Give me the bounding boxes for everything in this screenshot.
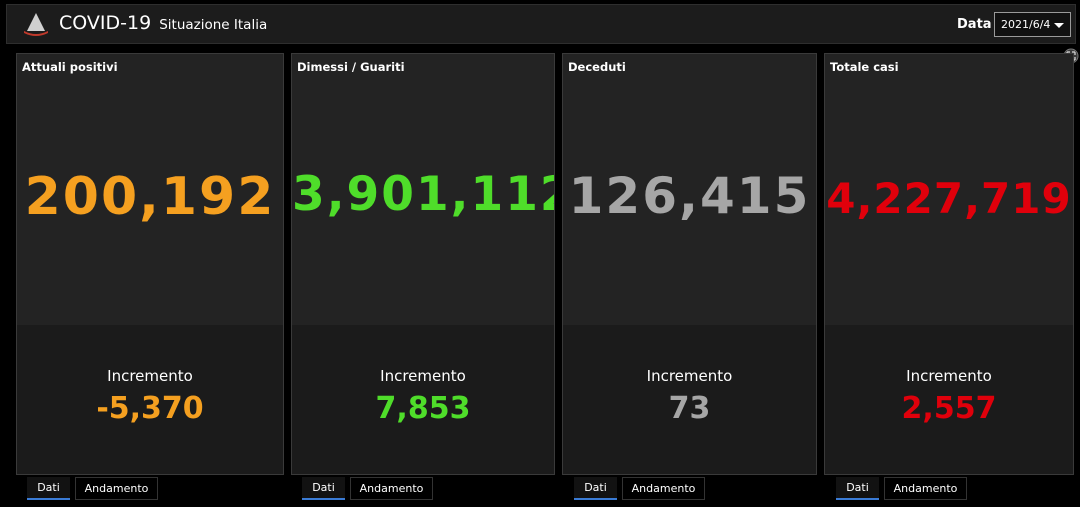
date-label: Data xyxy=(957,17,992,32)
card-increment-panel: Incremento -5,370 xyxy=(17,325,283,474)
card-title: Deceduti xyxy=(568,60,626,74)
date-dropdown[interactable]: 2021/6/4 xyxy=(994,12,1071,37)
card-deceduti: Deceduti 126,415 Incremento 73 xyxy=(562,53,817,475)
card-value: 3,901,112 xyxy=(292,167,555,222)
card-value: 126,415 xyxy=(568,167,811,225)
tab-andamento-4[interactable]: Andamento xyxy=(884,477,967,500)
increment-value: 7,853 xyxy=(375,391,471,426)
page-title: COVID-19 Situazione Italia xyxy=(59,12,267,34)
card-title: Totale casi xyxy=(830,60,899,74)
italy-emblem-icon xyxy=(24,13,48,36)
caret-down-icon xyxy=(1054,23,1064,28)
title-text: COVID-19 xyxy=(59,12,152,34)
tab-dati-4[interactable]: Dati xyxy=(836,477,879,500)
card-title: Attuali positivi xyxy=(22,60,118,74)
tab-dati-3[interactable]: Dati xyxy=(574,477,617,500)
increment-label: Incremento xyxy=(646,367,733,385)
card-increment-panel: Incremento 2,557 xyxy=(825,325,1073,474)
increment-label: Incremento xyxy=(107,367,193,385)
tab-dati-1[interactable]: Dati xyxy=(27,477,70,500)
tab-andamento-2[interactable]: Andamento xyxy=(350,477,433,500)
card-increment-panel: Incremento 73 xyxy=(563,325,816,474)
increment-label: Incremento xyxy=(906,367,992,385)
increment-value: 73 xyxy=(668,391,711,426)
tab-dati-2[interactable]: Dati xyxy=(302,477,345,500)
header-bar: COVID-19 Situazione Italia Data 2021/6/4 xyxy=(6,4,1076,44)
card-title: Dimessi / Guariti xyxy=(297,60,405,74)
tab-andamento-3[interactable]: Andamento xyxy=(622,477,705,500)
card-attuali-positivi: Attuali positivi 200,192 Incremento -5,3… xyxy=(16,53,284,475)
card-value: 200,192 xyxy=(24,167,276,227)
date-value: 2021/6/4 xyxy=(1001,18,1051,31)
increment-value: 2,557 xyxy=(901,391,997,426)
card-dimessi-guariti: Dimessi / Guariti 3,901,112 Incremento 7… xyxy=(291,53,555,475)
card-totale-casi: Totale casi 4,227,719 Incremento 2,557 xyxy=(824,53,1074,475)
increment-value: -5,370 xyxy=(96,391,204,426)
increment-label: Incremento xyxy=(380,367,466,385)
subtitle-text: Situazione Italia xyxy=(159,17,268,33)
tab-andamento-1[interactable]: Andamento xyxy=(75,477,158,500)
card-increment-panel: Incremento 7,853 xyxy=(292,325,554,474)
card-value: 4,227,719 xyxy=(826,174,1072,223)
